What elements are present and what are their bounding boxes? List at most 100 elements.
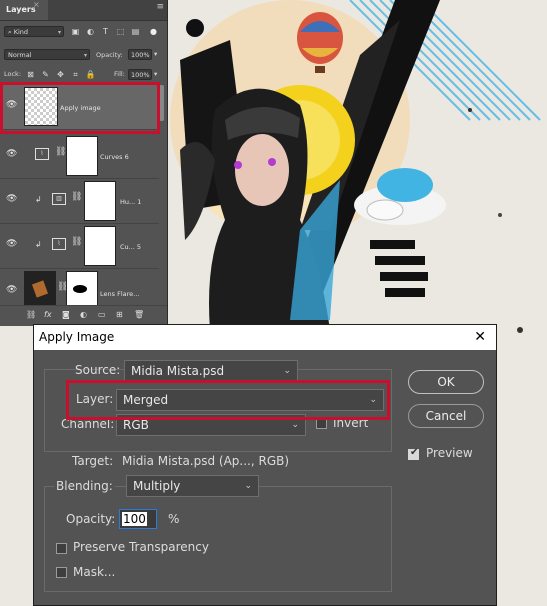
channel-value: RGB	[123, 418, 149, 432]
layer-thumbnail	[24, 271, 56, 307]
close-icon[interactable]: ✕	[474, 325, 486, 349]
thumbnail-image	[31, 280, 49, 298]
panel-menu-icon[interactable]: ≡	[156, 2, 163, 12]
layers-footer: ⛓ fx ◙ ◐ ▭ ⊞ 🗑	[0, 305, 167, 326]
preview-checkbox[interactable]	[408, 447, 419, 460]
layers-tab[interactable]: Layers	[0, 0, 48, 20]
lock-position-icon[interactable]: ✥	[55, 69, 66, 80]
dialog-title-bar: Apply Image ✕	[34, 325, 496, 350]
clipping-arrow-icon: ↲	[35, 240, 42, 249]
fx-icon[interactable]: fx	[44, 310, 52, 319]
chevron-down-icon: ▾	[83, 52, 87, 59]
cancel-button-label: Cancel	[425, 409, 467, 423]
link-chain-icon: ⛓	[55, 147, 67, 157]
opacity-dropdown-icon[interactable]: ▾	[154, 50, 157, 58]
blending-select[interactable]: Multiply ⌄	[126, 475, 259, 497]
fill-label: Fill:	[114, 70, 125, 78]
preserve-transparency-checkbox[interactable]	[56, 543, 67, 554]
layer-mask-thumbnail	[66, 271, 98, 307]
smart-object-filter-icon[interactable]: ▤	[130, 26, 141, 37]
opacity-label: Opacity:	[66, 512, 116, 526]
mask-checkbox[interactable]	[56, 567, 67, 578]
filter-kind-value: Kind	[13, 28, 29, 36]
preserve-transparency-label: Preserve Transparency	[73, 540, 209, 554]
lock-all-icon[interactable]: 🔒	[85, 69, 96, 80]
chevron-down-icon: ▾	[57, 29, 61, 36]
opacity-label: Opacity:	[96, 51, 123, 59]
shape-filter-icon[interactable]: ⬚	[115, 26, 126, 37]
blend-mode-value: Normal	[8, 51, 32, 59]
apply-image-dialog: Apply Image ✕ Source: Midia Mista.psd ⌄ …	[33, 324, 497, 606]
layer-mask-thumbnail	[84, 181, 116, 221]
blending-label: Blending:	[54, 479, 115, 493]
layer-opacity-value: 100%	[131, 51, 150, 59]
layer-mask-thumbnail	[84, 226, 116, 266]
adjustment-filter-icon[interactable]: ◐	[85, 26, 96, 37]
layer-row-curves-5[interactable]: 👁 ↲ ⌇ ⛓ Cu... 5	[0, 223, 159, 269]
layer-name[interactable]: Hu... 1	[120, 198, 141, 206]
hue-saturation-icon: ▥	[52, 193, 66, 205]
preview-label: Preview	[426, 446, 473, 460]
lock-label: Lock:	[4, 70, 22, 78]
lock-transparent-icon[interactable]: ⊠	[25, 69, 36, 80]
lock-row: Lock: ⊠ ✎ ✥ ⌗ 🔒 Fill: 100% ▾	[0, 69, 167, 81]
curves-adjustment-icon: ⌇	[35, 148, 49, 160]
tab-close-icon[interactable]: ×	[33, 0, 40, 9]
source-value: Midia Mista.psd	[131, 364, 225, 378]
type-filter-icon[interactable]: T	[100, 26, 111, 37]
visibility-eye-icon[interactable]: 👁	[6, 150, 17, 159]
layer-row-lens-flare[interactable]: 👁 ⛓ Lens Flare...	[0, 268, 159, 307]
target-label: Target:	[72, 454, 114, 468]
layer-opacity-input[interactable]: 100%	[128, 49, 152, 60]
curves-adjustment-icon: ⌇	[52, 238, 66, 250]
highlight-box-layer-select	[66, 380, 390, 420]
fill-dropdown-icon[interactable]: ▾	[154, 70, 157, 78]
lock-artboard-icon[interactable]: ⌗	[70, 69, 81, 80]
filter-toggle-icon[interactable]: ●	[148, 26, 159, 37]
opacity-input[interactable]: 100	[119, 509, 157, 529]
layer-row-hue-1[interactable]: 👁 ↲ ▥ ⛓ Hu... 1	[0, 178, 159, 224]
dialog-title: Apply Image	[39, 330, 115, 344]
layers-tab-label: Layers	[6, 5, 36, 14]
blend-mode-select[interactable]: Normal ▾	[4, 49, 90, 60]
mask-shape	[73, 285, 87, 293]
layer-fill-input[interactable]: 100%	[128, 69, 152, 80]
trash-icon[interactable]: 🗑	[134, 310, 144, 319]
blending-value: Multiply	[133, 479, 181, 493]
target-value: Midia Mista.psd (Ap..., RGB)	[122, 454, 290, 468]
layer-name[interactable]: Curves 6	[100, 153, 129, 161]
layer-row-curves-6[interactable]: 👁 ⌇ ⛓ Curves 6	[0, 133, 159, 179]
layer-mask-thumbnail	[66, 136, 98, 176]
visibility-eye-icon[interactable]: 👁	[6, 240, 17, 249]
ok-button-label: OK	[437, 375, 455, 389]
layers-panel: Layers × ≡ ⌕ Kind ▾ ▣ ◐ T ⬚ ▤ ● Normal ▾…	[0, 0, 168, 326]
chevron-down-icon: ⌄	[283, 366, 291, 376]
link-chain-icon: ⛓	[71, 237, 83, 247]
layer-name[interactable]: Cu... 5	[120, 243, 141, 251]
layers-tab-bar: Layers × ≡	[0, 0, 167, 21]
layer-name[interactable]: Lens Flare...	[100, 290, 139, 298]
filter-kind-select[interactable]: ⌕ Kind ▾	[4, 26, 64, 37]
layer-fill-value: 100%	[131, 71, 150, 79]
ok-button[interactable]: OK	[408, 370, 484, 394]
mask-label: Mask...	[73, 565, 116, 579]
link-layers-icon[interactable]: ⛓	[26, 310, 36, 319]
visibility-eye-icon[interactable]: 👁	[6, 195, 17, 204]
chevron-down-icon: ⌄	[244, 481, 252, 491]
source-label: Source:	[75, 363, 121, 377]
visibility-eye-icon[interactable]: 👁	[6, 286, 17, 295]
highlight-box-layer	[0, 82, 160, 134]
source-select[interactable]: Midia Mista.psd ⌄	[124, 360, 298, 382]
new-group-icon[interactable]: ▭	[98, 310, 106, 319]
cancel-button[interactable]: Cancel	[408, 404, 484, 428]
link-chain-icon: ⛓	[71, 192, 83, 202]
new-layer-icon[interactable]: ⊞	[116, 310, 123, 319]
opacity-value: 100	[122, 512, 147, 526]
pixel-filter-icon[interactable]: ▣	[70, 26, 81, 37]
clipping-arrow-icon: ↲	[35, 195, 42, 204]
layer-filter-row: ⌕ Kind ▾ ▣ ◐ T ⬚ ▤ ●	[0, 26, 167, 40]
add-mask-icon[interactable]: ◙	[62, 310, 70, 319]
new-adjustment-icon[interactable]: ◐	[80, 310, 87, 319]
opacity-unit: %	[168, 512, 180, 526]
lock-image-icon[interactable]: ✎	[40, 69, 51, 80]
